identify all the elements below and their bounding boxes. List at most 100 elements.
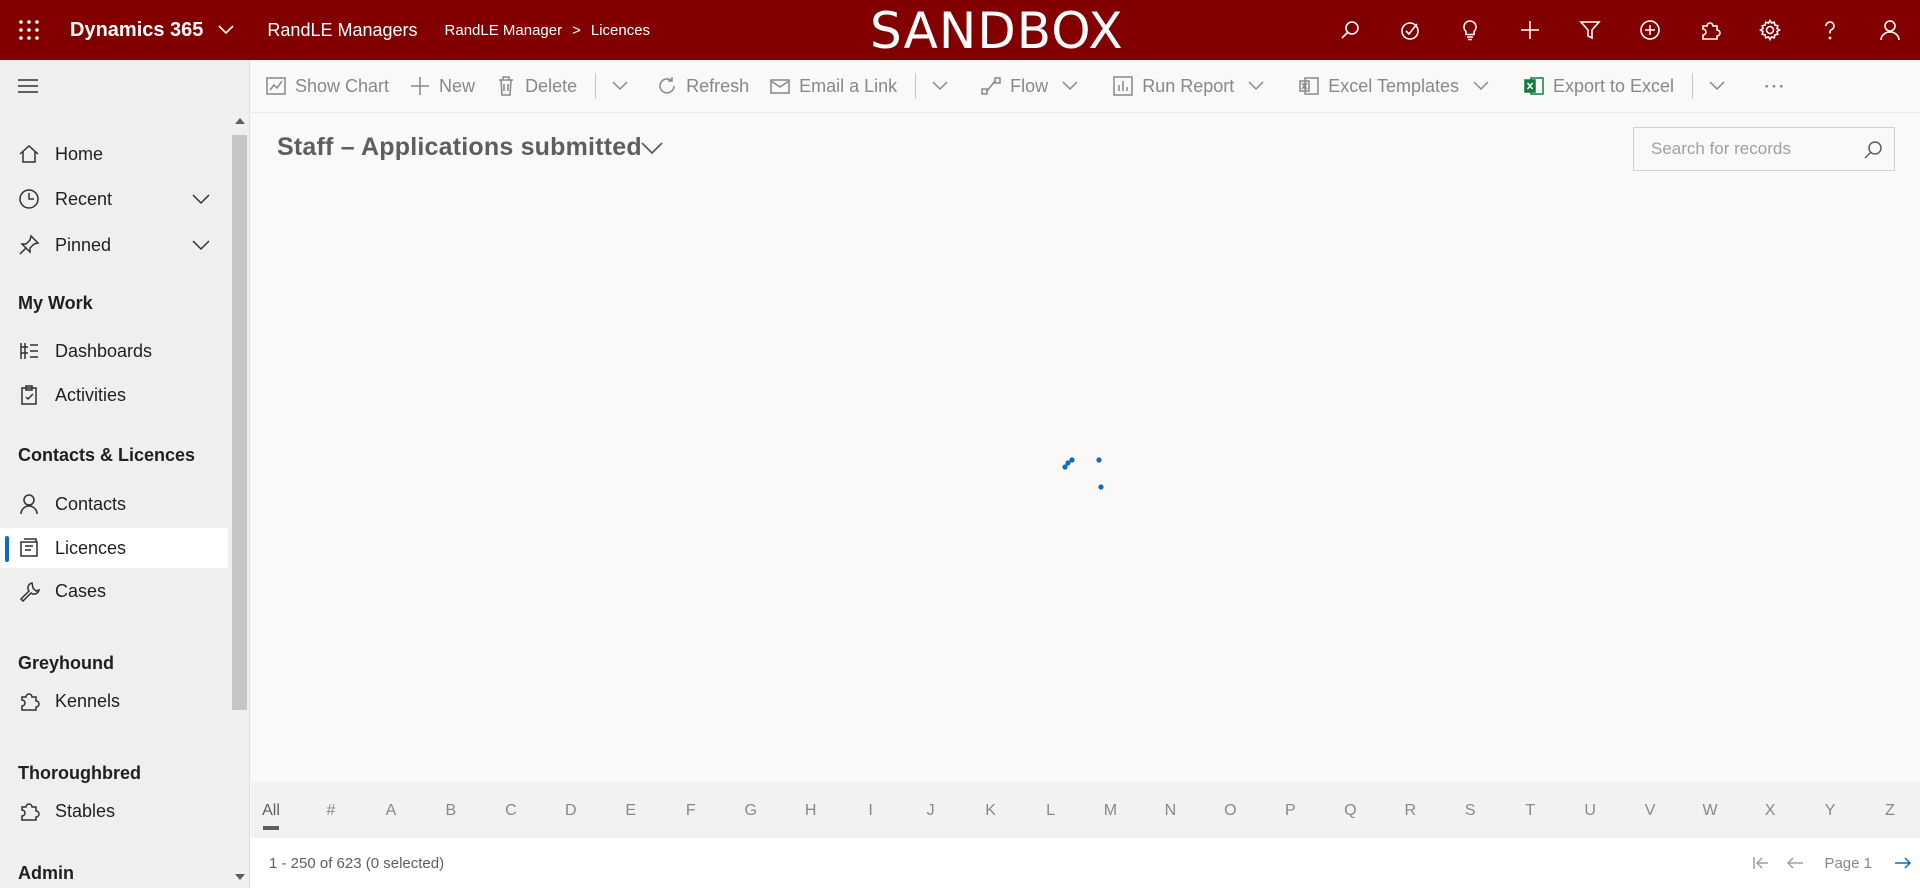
sidebar-item-home[interactable]: Home [0, 134, 228, 174]
advanced-find-button[interactable] [1560, 0, 1620, 60]
jump-letter-w[interactable]: W [1695, 802, 1725, 820]
email-link-button[interactable]: Email a Link [759, 60, 907, 113]
jump-letter-y[interactable]: Y [1815, 802, 1845, 820]
show-chart-button[interactable]: Show Chart [251, 60, 399, 113]
sidebar-item-label: Cases [55, 580, 107, 601]
command-separator [1692, 73, 1694, 99]
hamburger-icon [18, 79, 38, 93]
delete-button[interactable]: Delete [485, 60, 587, 113]
jump-letter-u[interactable]: U [1575, 802, 1605, 820]
export-more-dropdown[interactable] [1701, 60, 1733, 113]
chevron-down-icon [1473, 81, 1489, 91]
help-button[interactable] [1800, 0, 1860, 60]
jump-letter-b[interactable]: B [436, 802, 466, 820]
sidebar-item-label: Dashboards [55, 340, 153, 361]
settings-button[interactable] [1740, 0, 1800, 60]
search-button[interactable] [1320, 0, 1380, 60]
export-excel-label: Export to Excel [1552, 75, 1675, 96]
jump-letter-o[interactable]: O [1215, 802, 1245, 820]
jump-letter-n[interactable]: N [1155, 802, 1185, 820]
sidebar-item-cases[interactable]: Cases [0, 571, 228, 611]
app-launcher-button[interactable] [0, 0, 58, 60]
sidebar-item-contacts[interactable]: Contacts [0, 484, 228, 524]
sidebar-item-label: Contacts [55, 493, 127, 514]
jump-letter-r[interactable]: R [1395, 802, 1425, 820]
scroll-down-arrow-icon[interactable] [235, 874, 245, 880]
more-icon: ⋯ [1763, 73, 1786, 98]
jump-letter-j[interactable]: J [916, 802, 946, 820]
flow-button[interactable]: Flow [970, 60, 1088, 113]
jump-letter-i[interactable]: I [856, 802, 886, 820]
help-icon [1825, 21, 1835, 40]
extensions-button[interactable] [1680, 0, 1740, 60]
sidebar-item-recent[interactable]: Recent [0, 179, 228, 219]
jump-letter-s[interactable]: S [1455, 802, 1485, 820]
sidebar-scrollbar[interactable] [231, 115, 248, 883]
jump-letter-f[interactable]: F [676, 802, 706, 820]
pin-icon [16, 232, 42, 258]
settings-icon [1759, 19, 1781, 41]
jump-letter-q[interactable]: Q [1335, 802, 1365, 820]
more-commands-button[interactable]: ⋯ [1753, 60, 1795, 113]
app-name[interactable]: Dynamics 365 [70, 19, 203, 42]
jump-letter-h[interactable]: H [796, 802, 826, 820]
add-button[interactable] [1620, 0, 1680, 60]
app-switcher-button[interactable] [211, 0, 241, 60]
next-page-button[interactable] [1886, 838, 1920, 888]
sidebar-group-admin: Admin [18, 863, 74, 883]
app-area-name[interactable]: RandLE Managers [267, 20, 417, 41]
assistant-button[interactable] [1440, 0, 1500, 60]
jump-letter-a[interactable]: A [376, 802, 406, 820]
jump-letter-k[interactable]: K [976, 802, 1006, 820]
first-page-button[interactable] [1744, 838, 1778, 888]
jump-letter-e[interactable]: E [616, 802, 646, 820]
sidebar-toggle-button[interactable] [16, 78, 40, 94]
email-more-dropdown[interactable] [924, 60, 956, 113]
search-icon[interactable] [1862, 139, 1884, 161]
run-report-button[interactable]: Run Report [1102, 60, 1274, 113]
puzzle-icon [1702, 22, 1721, 40]
sidebar-item-stables[interactable]: Stables [0, 791, 228, 831]
sidebar-item-kennels[interactable]: Kennels [0, 681, 228, 721]
breadcrumb-item-randle-manager[interactable]: RandLE Manager [445, 22, 563, 39]
jump-letter-hash[interactable]: # [316, 802, 346, 820]
view-title[interactable]: Staff – Applications submitted [277, 133, 642, 162]
excel-templates-button[interactable]: Excel Templates [1288, 60, 1499, 113]
wrench-icon [16, 578, 42, 604]
jump-letter-z[interactable]: Z [1875, 802, 1905, 820]
breadcrumb-item-licences[interactable]: Licences [591, 22, 650, 39]
scrollbar-thumb[interactable] [232, 135, 247, 710]
chevron-down-icon[interactable] [192, 193, 210, 205]
jump-letter-l[interactable]: L [1036, 802, 1066, 820]
new-button[interactable]: New [399, 60, 485, 113]
delete-more-dropdown[interactable] [604, 60, 636, 113]
jump-letter-v[interactable]: V [1635, 802, 1665, 820]
jump-letter-x[interactable]: X [1755, 802, 1785, 820]
sidebar-item-pinned[interactable]: Pinned [0, 225, 228, 265]
jump-letter-d[interactable]: D [556, 802, 586, 820]
jump-letter-all[interactable]: All [256, 802, 286, 830]
export-excel-button[interactable]: Export to Excel [1513, 60, 1684, 113]
scroll-up-arrow-icon[interactable] [235, 118, 245, 124]
sidebar-item-licences[interactable]: Licences [0, 528, 228, 568]
search-input[interactable] [1634, 139, 1844, 159]
jump-letter-p[interactable]: P [1275, 802, 1305, 820]
refresh-button[interactable]: Refresh [646, 60, 759, 113]
jump-letter-g[interactable]: G [736, 802, 766, 820]
chevron-down-icon [1062, 81, 1078, 91]
previous-page-button[interactable] [1778, 838, 1812, 888]
arrow-left-icon [1787, 857, 1804, 869]
view-selector-chevron-icon[interactable] [640, 140, 664, 156]
jump-letter-m[interactable]: M [1095, 802, 1125, 820]
jump-letter-t[interactable]: T [1515, 802, 1545, 820]
task-button[interactable] [1380, 0, 1440, 60]
quick-create-button[interactable] [1500, 0, 1560, 60]
chevron-down-icon[interactable] [192, 239, 210, 251]
sidebar-item-dashboards[interactable]: Dashboards [0, 331, 228, 371]
sidebar-item-activities[interactable]: Activities [0, 375, 228, 415]
user-profile-button[interactable] [1860, 0, 1920, 60]
search-icon [1341, 21, 1359, 39]
plus-icon [411, 77, 430, 95]
jump-letter-c[interactable]: C [496, 802, 526, 820]
user-icon [1880, 20, 1900, 41]
